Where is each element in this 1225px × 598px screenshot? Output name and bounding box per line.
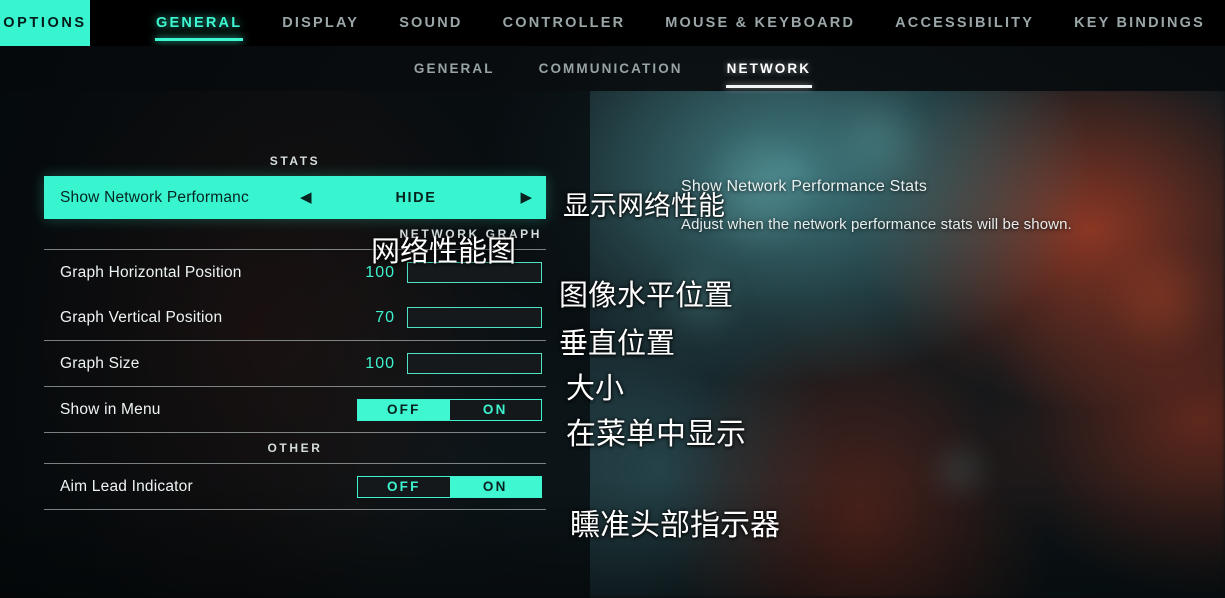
setting-row-aim-lead-indicator[interactable]: Aim Lead Indicator OFF ON	[44, 464, 546, 509]
slider-track-vertical[interactable]	[407, 307, 542, 328]
sub-navigation-bar: GENERAL COMMUNICATION NETWORK	[0, 46, 1225, 91]
setting-label-aim-lead-indicator: Aim Lead Indicator	[60, 477, 193, 495]
annotation-text-2: 图像水平位置	[559, 278, 734, 312]
toggle-control-show-in-menu: OFF ON	[357, 398, 542, 421]
divider	[44, 509, 546, 510]
toggle-option-off[interactable]: OFF	[358, 399, 450, 420]
toggle-option-on[interactable]: ON	[449, 476, 541, 497]
selector-value: HIDE	[395, 189, 437, 206]
tab-display[interactable]: DISPLAY	[262, 0, 379, 46]
tab-key-bindings[interactable]: KEY BINDINGS	[1054, 0, 1225, 46]
setting-row-show-network-performance[interactable]: Show Network Performanc ◀ HIDE ▶	[44, 176, 546, 219]
slider-value-vertical: 70	[375, 308, 395, 326]
slider-control-size[interactable]: 100	[355, 353, 542, 374]
setting-label-graph-vertical-position: Graph Vertical Position	[60, 308, 223, 326]
subtab-general[interactable]: GENERAL	[392, 46, 517, 91]
annotation-text-0: 显示网络性能	[563, 191, 725, 222]
chevron-left-icon[interactable]: ◀	[300, 190, 312, 205]
toggle-aim-lead-indicator[interactable]: OFF ON	[357, 475, 542, 498]
section-header-stats: STATS	[44, 146, 546, 176]
tab-general-label: GENERAL	[155, 15, 243, 31]
settings-list: STATS Show Network Performanc ◀ HIDE ▶ N…	[44, 146, 546, 510]
main-tab-list: GENERAL DISPLAY SOUND CONTROLLER MOUSE &…	[90, 0, 1225, 46]
subtab-communication-label: COMMUNICATION	[538, 61, 683, 76]
tab-key-bindings-label: KEY BINDINGS	[1074, 15, 1205, 31]
options-title-tab[interactable]: OPTIONS	[0, 0, 90, 46]
top-navigation-bar: OPTIONS GENERAL DISPLAY SOUND CONTROLLER…	[0, 0, 1225, 46]
slider-control-vertical[interactable]: 70	[355, 307, 542, 328]
slider-track-size[interactable]	[407, 353, 542, 374]
setting-row-graph-vertical-position[interactable]: Graph Vertical Position 70	[44, 295, 546, 340]
section-header-other-label: OTHER	[267, 441, 323, 455]
annotation-text-5: 在菜单中显示	[566, 417, 746, 452]
selector-control: ◀ HIDE ▶	[300, 190, 532, 206]
tab-sound-label: SOUND	[399, 15, 463, 31]
annotation-text-1: 网络性能图	[371, 234, 517, 268]
annotation-text-4: 大小	[566, 371, 625, 405]
annotation-text-3: 垂直位置	[559, 326, 676, 360]
subtab-network-label: NETWORK	[726, 61, 812, 76]
description-title: Show Network Performance Stats	[681, 178, 928, 195]
section-header-other: OTHER	[44, 433, 546, 463]
tab-display-label: DISPLAY	[282, 15, 360, 31]
toggle-option-on[interactable]: ON	[449, 399, 541, 420]
toggle-show-in-menu[interactable]: OFF ON	[357, 398, 542, 421]
section-header-stats-label: STATS	[269, 154, 321, 168]
tab-mouse-keyboard[interactable]: MOUSE & KEYBOARD	[645, 0, 875, 46]
slider-value-size: 100	[365, 354, 395, 372]
annotation-text-6: 矄准头部指示器	[570, 508, 780, 543]
chevron-right-icon[interactable]: ▶	[520, 190, 532, 205]
setting-label-graph-horizontal-position: Graph Horizontal Position	[60, 263, 242, 281]
tab-accessibility-label: ACCESSIBILITY	[895, 15, 1035, 31]
description-panel: Show Network Performance Stats Adjust wh…	[681, 178, 1201, 233]
tab-accessibility[interactable]: ACCESSIBILITY	[875, 0, 1054, 46]
subtab-communication[interactable]: COMMUNICATION	[517, 46, 705, 91]
toggle-control-aim-lead-indicator: OFF ON	[357, 475, 542, 498]
tab-mouse-keyboard-label: MOUSE & KEYBOARD	[665, 15, 856, 31]
tab-sound[interactable]: SOUND	[379, 0, 482, 46]
tab-controller-label: CONTROLLER	[502, 15, 626, 31]
setting-label-show-network-performance: Show Network Performanc	[60, 188, 249, 206]
setting-label-show-in-menu: Show in Menu	[60, 400, 161, 418]
options-title-label: OPTIONS	[3, 15, 87, 31]
tab-general[interactable]: GENERAL	[136, 0, 262, 46]
setting-row-graph-size[interactable]: Graph Size 100	[44, 341, 546, 386]
tab-controller[interactable]: CONTROLLER	[483, 0, 646, 46]
subtab-general-label: GENERAL	[413, 61, 495, 76]
toggle-option-off[interactable]: OFF	[358, 476, 450, 497]
setting-label-graph-size: Graph Size	[60, 354, 140, 372]
description-body: Adjust when the network performance stat…	[681, 216, 1072, 233]
subtab-network[interactable]: NETWORK	[705, 46, 833, 91]
setting-row-show-in-menu[interactable]: Show in Menu OFF ON	[44, 387, 546, 432]
